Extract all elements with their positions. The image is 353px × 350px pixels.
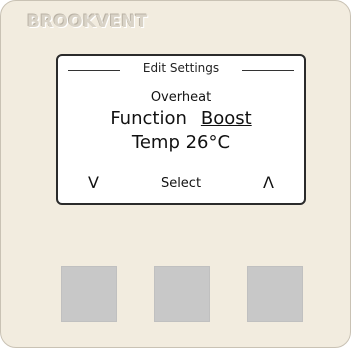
function-row: Function Boost (58, 108, 304, 129)
header-rule-right (242, 70, 294, 71)
controller-panel: BROOKVENT Edit Settings Overheat Functio… (0, 0, 351, 348)
up-button[interactable] (247, 266, 303, 322)
down-button[interactable] (61, 266, 117, 322)
screen-title: Edit Settings (142, 61, 220, 75)
function-label: Function (110, 108, 187, 129)
up-indicator: Λ (263, 173, 274, 192)
function-value: Boost (200, 108, 252, 129)
select-button[interactable] (154, 266, 210, 322)
temperature-text: Temp 26°C (131, 132, 231, 153)
mode-text: Overheat (150, 90, 212, 105)
brand-logo: BROOKVENT (27, 12, 148, 32)
screen-header: Edit Settings (68, 61, 294, 79)
lcd-screen: Edit Settings Overheat Function Boost Tem… (56, 54, 306, 205)
